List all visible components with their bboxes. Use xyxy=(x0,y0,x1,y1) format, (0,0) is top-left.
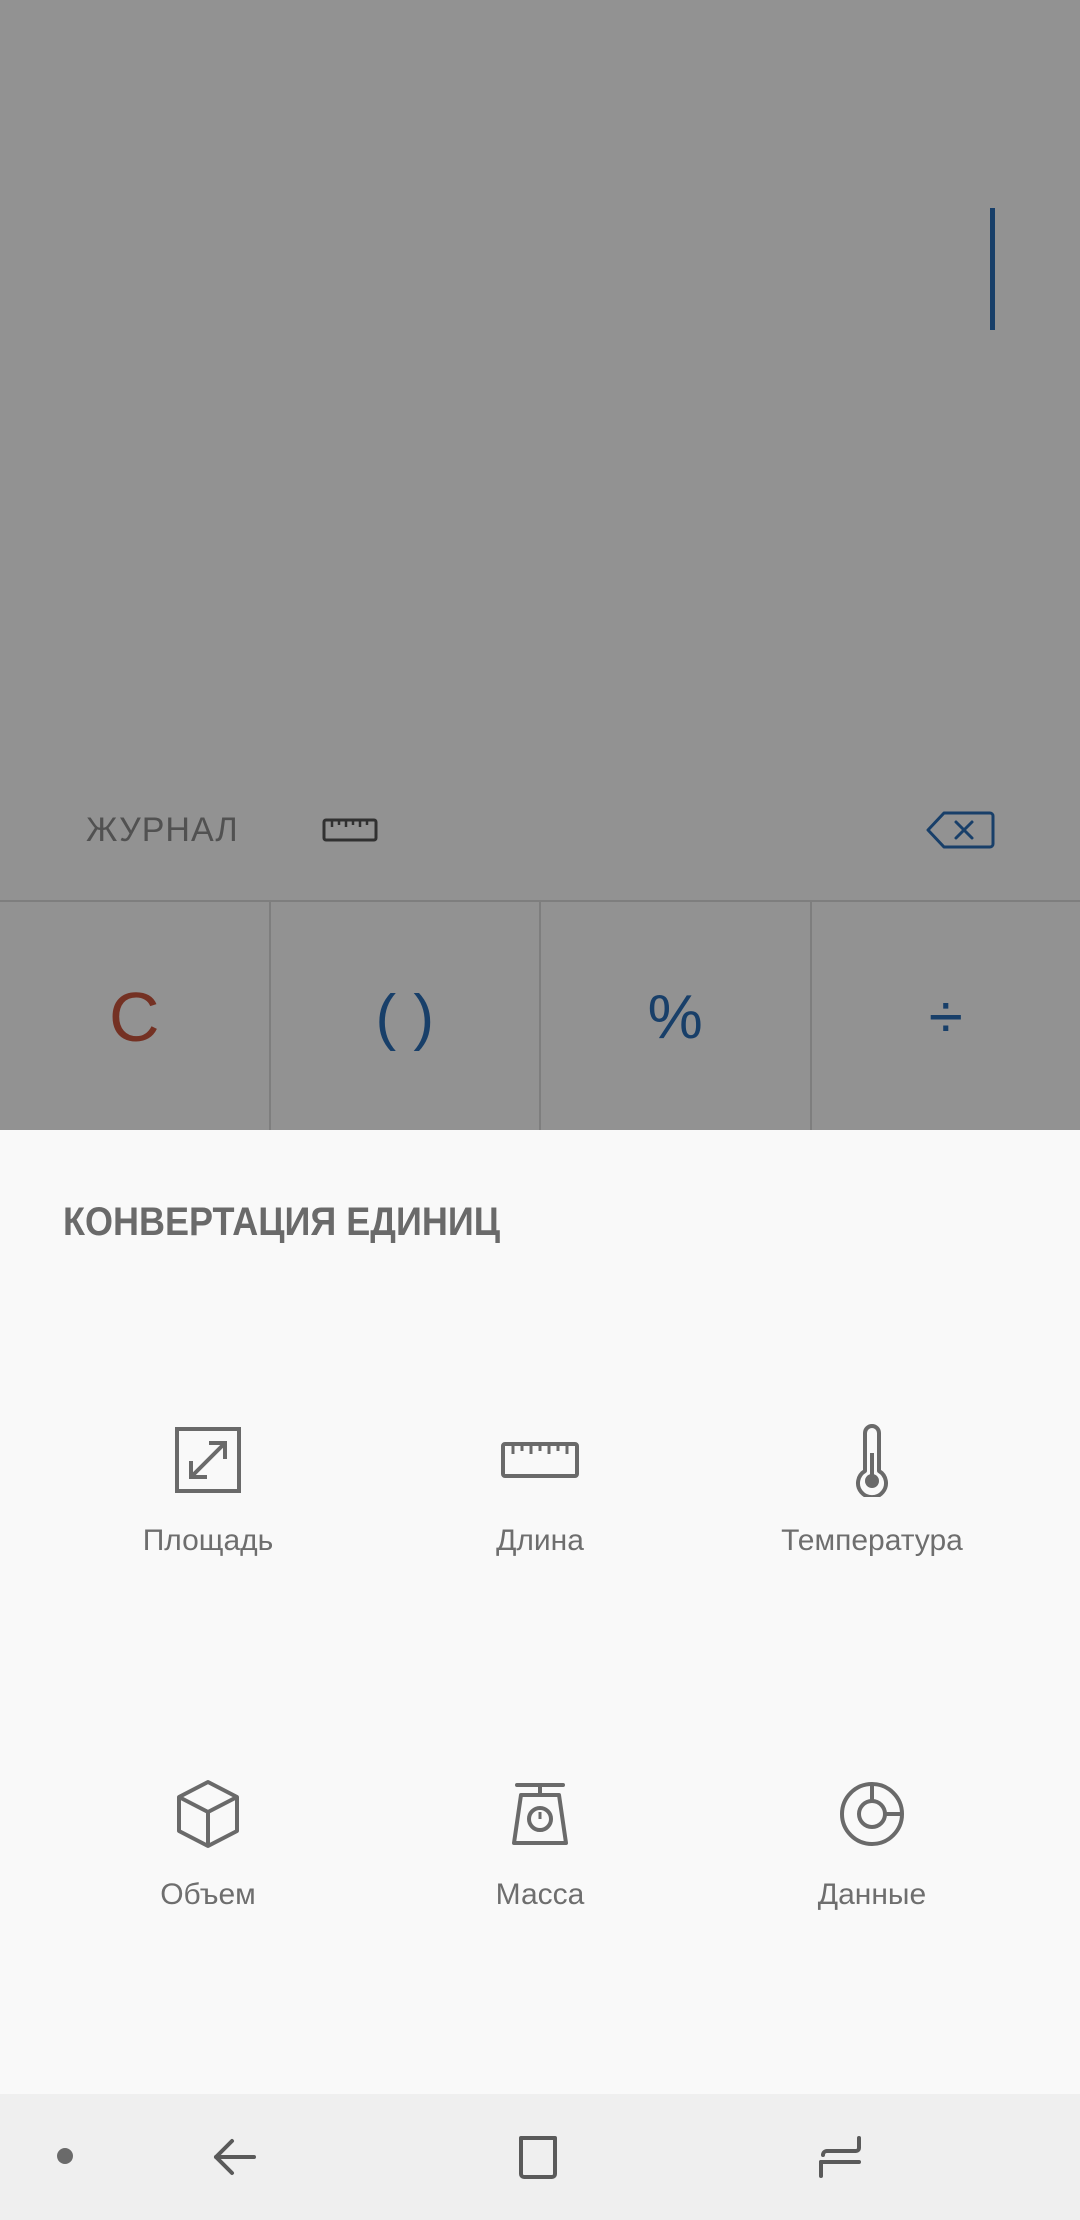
navigation-bar xyxy=(0,2094,1080,2220)
unit-data[interactable]: Данные xyxy=(706,1774,1038,1954)
unit-label: Объем xyxy=(160,1878,256,1911)
unit-grid: Площадь Длина Температура Объем Масса Да… xyxy=(0,1420,1080,1954)
recents-icon xyxy=(819,2136,861,2178)
unit-label: Данные xyxy=(817,1878,927,1911)
unit-label: Площадь xyxy=(142,1524,274,1557)
back-button[interactable] xyxy=(200,2122,270,2192)
dim-overlay[interactable] xyxy=(0,0,1080,1130)
unit-length[interactable]: Длина xyxy=(374,1420,706,1600)
sheet-title: КОНВЕРТАЦИЯ ЕДИНИЦ xyxy=(63,1200,500,1244)
data-disk-icon xyxy=(832,1774,912,1854)
unit-temperature[interactable]: Температура xyxy=(706,1420,1038,1600)
calculator-screen: ЖУРНАЛ C ( ) % ÷ xyxy=(0,0,1080,1132)
cube-icon xyxy=(168,1774,248,1854)
unit-label: Длина xyxy=(496,1524,584,1557)
unit-volume[interactable]: Объем xyxy=(42,1774,374,1954)
ruler-icon xyxy=(500,1420,580,1500)
thermometer-icon xyxy=(832,1420,912,1500)
unit-label: Масса xyxy=(495,1878,585,1911)
recents-button[interactable] xyxy=(805,2122,875,2192)
home-button[interactable] xyxy=(503,2122,573,2192)
back-icon xyxy=(214,2139,256,2175)
home-icon xyxy=(519,2136,557,2179)
scale-icon xyxy=(500,1774,580,1854)
unit-conversion-sheet: КОНВЕРТАЦИЯ ЕДИНИЦ Площадь Длина Темпера… xyxy=(0,1130,1080,2094)
unit-mass[interactable]: Масса xyxy=(374,1774,706,1954)
dot-indicator-icon[interactable] xyxy=(57,2148,73,2164)
area-icon xyxy=(168,1420,248,1500)
unit-area[interactable]: Площадь xyxy=(42,1420,374,1600)
unit-label: Температура xyxy=(781,1524,963,1557)
